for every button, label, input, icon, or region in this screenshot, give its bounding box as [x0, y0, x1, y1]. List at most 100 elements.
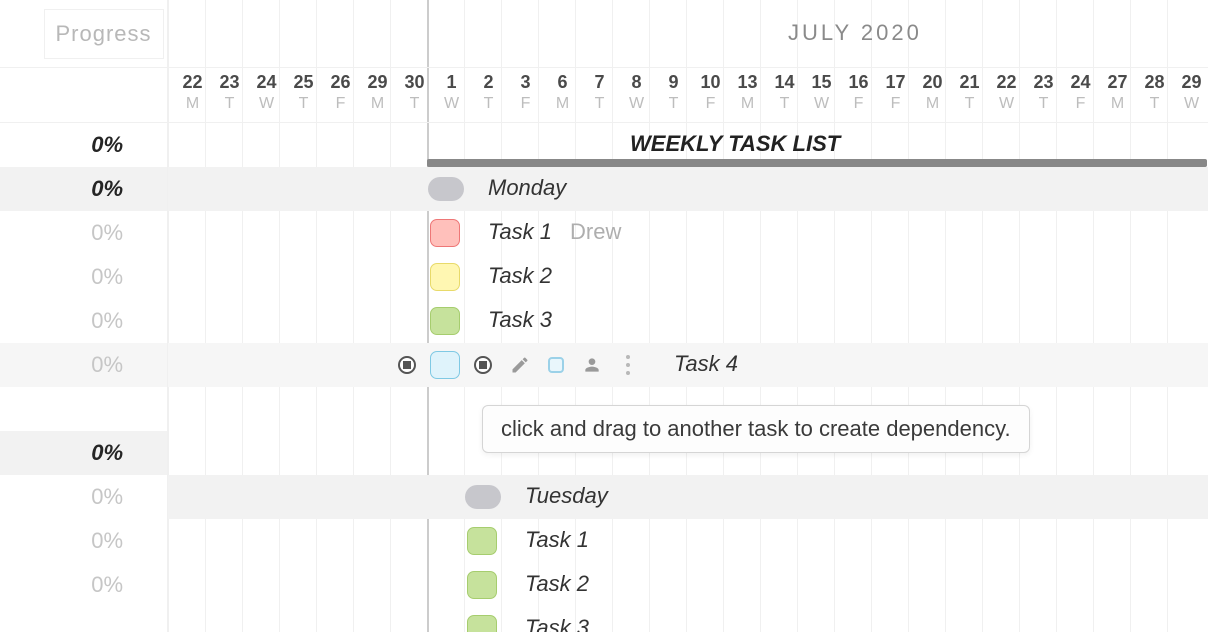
row-mon-task3[interactable]: Task 3: [168, 299, 1208, 343]
pencil-icon: [510, 355, 530, 375]
date-col-29: 29 W: [1173, 72, 1208, 113]
date-num: 24: [1062, 72, 1099, 93]
date-col-13: 13M: [729, 72, 766, 113]
tue-task3-label: Task 3: [525, 615, 589, 632]
progress-task2: 0%: [0, 255, 167, 299]
date-day: F: [322, 95, 359, 113]
monday-pill[interactable]: [428, 177, 464, 201]
assignee-button[interactable]: [574, 348, 610, 382]
date-col-29: 29 M: [359, 72, 396, 113]
progress-title: 0%: [0, 123, 167, 167]
progress-monday: 0%: [0, 167, 167, 211]
row-list-title: WEEKLY TASK LIST: [168, 123, 1208, 167]
date-header: 22M23T24W25T26F29M30T1W2T3F6M7T8W9T10F13…: [168, 68, 1208, 123]
task3-label: Task 3: [488, 307, 552, 333]
date-num: 17: [877, 72, 914, 93]
date-num: 7: [581, 72, 618, 93]
date-day: F: [877, 95, 914, 113]
date-col-10: 10F: [692, 72, 729, 113]
more-vertical-icon: [626, 355, 630, 375]
date-day: T: [951, 95, 988, 113]
task-box-tue1[interactable]: [467, 527, 497, 555]
progress-tue-task1: 0%: [0, 475, 167, 519]
date-col-26: 26 F: [322, 72, 359, 113]
tuesday-pill[interactable]: [465, 485, 501, 509]
date-col-15: 15W: [803, 72, 840, 113]
date-col-3: 3F: [507, 72, 544, 113]
task-box-task3[interactable]: [430, 307, 460, 335]
row-tooltip: click and drag to another task to create…: [168, 387, 1208, 475]
color-button[interactable]: [538, 348, 574, 382]
task1-assignee: Drew: [570, 219, 621, 245]
date-day: M: [174, 95, 211, 113]
date-num: 9: [655, 72, 692, 93]
date-day: T: [285, 95, 322, 113]
date-col-21: 21 T: [951, 72, 988, 113]
date-day: W: [618, 95, 655, 113]
task-box-task4[interactable]: [430, 351, 460, 379]
date-col-2: 2T: [470, 72, 507, 113]
progress-header-label: Progress: [44, 9, 164, 59]
progress-column: Progress 0% 0% 0% 0% 0% 0% 0% 0% 0% 0%: [0, 0, 168, 632]
date-num: 30: [396, 72, 433, 93]
task-box-tue2[interactable]: [467, 571, 497, 599]
row-monday[interactable]: Monday: [168, 167, 1208, 211]
date-col-9: 9T: [655, 72, 692, 113]
date-day: T: [581, 95, 618, 113]
date-day: W: [248, 95, 285, 113]
person-icon: [582, 355, 602, 375]
date-day: F: [507, 95, 544, 113]
tue-task2-label: Task 2: [525, 571, 589, 597]
date-day: T: [1136, 95, 1173, 113]
date-col-7: 7T: [581, 72, 618, 113]
dependency-handle-right[interactable]: [474, 356, 492, 374]
date-day: F: [840, 95, 877, 113]
progress-task1: 0%: [0, 211, 167, 255]
date-num: 29: [1173, 72, 1208, 93]
date-num: 27: [1099, 72, 1136, 93]
row-tuesday[interactable]: Tuesday: [168, 475, 1208, 519]
date-num: 26: [322, 72, 359, 93]
timeline-area[interactable]: JULY 2020 22M23T24W25T26F29M30T1W2T3F6M7…: [168, 0, 1208, 632]
date-col-24: 24F: [1062, 72, 1099, 113]
date-day: W: [988, 95, 1025, 113]
summary-bar[interactable]: [427, 159, 1207, 167]
row-mon-task1[interactable]: Task 1 Drew: [168, 211, 1208, 255]
dependency-handle-left[interactable]: [398, 356, 416, 374]
color-swatch-icon: [548, 357, 564, 373]
date-num: 29: [359, 72, 396, 93]
date-col-27: 27M: [1099, 72, 1136, 113]
date-num: 21: [951, 72, 988, 93]
tuesday-label: Tuesday: [525, 483, 608, 509]
row-tue-task2[interactable]: Task 2: [168, 563, 1208, 607]
task-box-task2[interactable]: [430, 263, 460, 291]
more-button[interactable]: [610, 348, 646, 382]
date-num: 28: [1136, 72, 1173, 93]
date-day: M: [544, 95, 581, 113]
date-day: M: [359, 95, 396, 113]
date-col-25: 25T: [285, 72, 322, 113]
date-day: T: [766, 95, 803, 113]
date-num: 8: [618, 72, 655, 93]
dependency-tooltip: click and drag to another task to create…: [482, 405, 1030, 453]
date-col-20: 20M: [914, 72, 951, 113]
date-col-8: 8W: [618, 72, 655, 113]
date-col-17: 17 F: [877, 72, 914, 113]
date-col-22: 22M: [174, 72, 211, 113]
date-col-14: 14T: [766, 72, 803, 113]
row-mon-task4-selected[interactable]: Task 4: [168, 343, 1208, 387]
monday-label: Monday: [488, 175, 566, 201]
row-tue-task1[interactable]: Task 1: [168, 519, 1208, 563]
edit-button[interactable]: [502, 348, 538, 382]
date-col-22: 22W: [988, 72, 1025, 113]
date-col-28: 28 T: [1136, 72, 1173, 113]
task-toolbar: [502, 348, 646, 382]
task-box-tue3[interactable]: [467, 615, 497, 632]
date-num: 24: [248, 72, 285, 93]
task-box-task1[interactable]: [430, 219, 460, 247]
row-tue-task3[interactable]: Task 3: [168, 607, 1208, 632]
row-mon-task2[interactable]: Task 2: [168, 255, 1208, 299]
date-col-30: 30T: [396, 72, 433, 113]
date-day: M: [914, 95, 951, 113]
date-day: W: [1173, 95, 1208, 113]
